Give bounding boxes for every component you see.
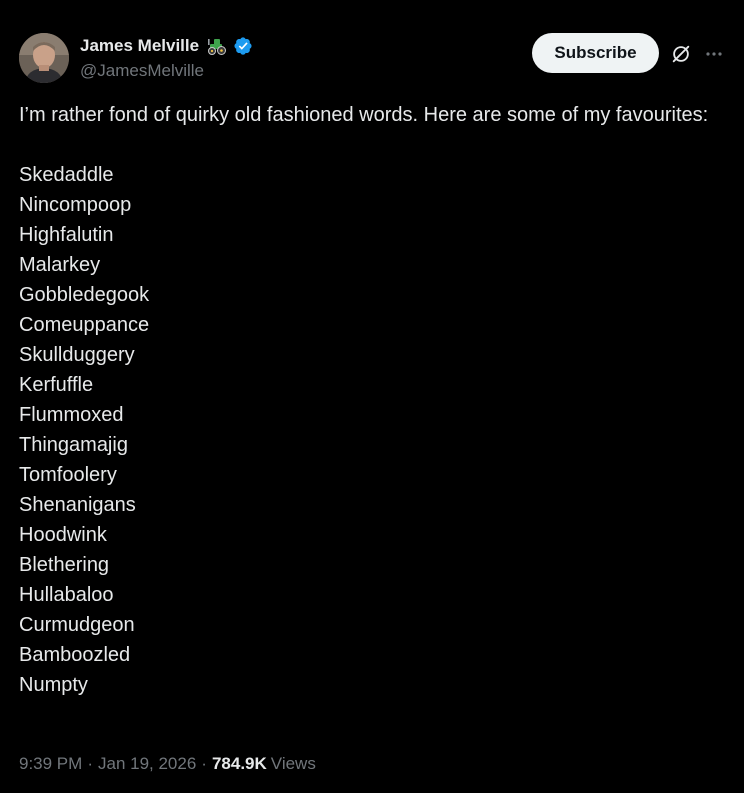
author-display-name[interactable]: James Melville bbox=[80, 35, 199, 57]
author-name-row: James Melville bbox=[80, 34, 253, 58]
meta-separator: · bbox=[87, 754, 93, 773]
tractor-icon bbox=[205, 37, 227, 55]
tweet-meta: 9:39 PM · Jan 19, 2026 · 784.9K Views bbox=[19, 752, 316, 776]
avatar-image bbox=[19, 33, 69, 83]
word-list-item: Gobbledegook bbox=[19, 284, 150, 306]
word-list: Skedaddle Nincompoop Highfalutin Malarke… bbox=[19, 160, 709, 700]
word-list-item: Skedaddle bbox=[19, 164, 114, 186]
views-label[interactable]: Views bbox=[271, 754, 316, 774]
tweet-intro: I’m rather fond of quirky old fashioned … bbox=[19, 104, 709, 126]
grok-icon[interactable] bbox=[668, 41, 694, 67]
verified-badge-icon[interactable] bbox=[233, 36, 253, 56]
meta-separator: · bbox=[201, 754, 207, 773]
word-list-item: Hullabaloo bbox=[19, 584, 114, 606]
subscribe-button[interactable]: Subscribe bbox=[532, 33, 659, 73]
more-icon[interactable] bbox=[701, 41, 727, 67]
word-list-item: Skullduggery bbox=[19, 344, 135, 366]
word-list-item: Nincompoop bbox=[19, 194, 132, 216]
word-list-item: Hoodwink bbox=[19, 524, 107, 546]
word-list-item: Tomfoolery bbox=[19, 464, 117, 486]
word-list-item: Kerfuffle bbox=[19, 374, 94, 396]
word-list-item: Blethering bbox=[19, 554, 110, 576]
word-list-item: Malarkey bbox=[19, 254, 101, 276]
tweet-text: I’m rather fond of quirky old fashioned … bbox=[19, 100, 709, 700]
tweet-date[interactable]: Jan 19, 2026 bbox=[98, 754, 196, 774]
word-list-item: Numpty bbox=[19, 674, 88, 696]
word-list-item: Flummoxed bbox=[19, 404, 124, 426]
word-list-item: Highfalutin bbox=[19, 224, 114, 246]
author-handle[interactable]: @JamesMelville bbox=[80, 60, 204, 82]
word-list-item: Bamboozled bbox=[19, 644, 131, 666]
word-list-item: Comeuppance bbox=[19, 314, 150, 336]
word-list-item: Curmudgeon bbox=[19, 614, 135, 636]
avatar[interactable] bbox=[19, 33, 69, 83]
tweet-time[interactable]: 9:39 PM bbox=[19, 754, 82, 774]
view-count[interactable]: 784.9K bbox=[212, 754, 267, 774]
word-list-item: Shenanigans bbox=[19, 494, 136, 516]
word-list-item: Thingamajig bbox=[19, 434, 128, 456]
